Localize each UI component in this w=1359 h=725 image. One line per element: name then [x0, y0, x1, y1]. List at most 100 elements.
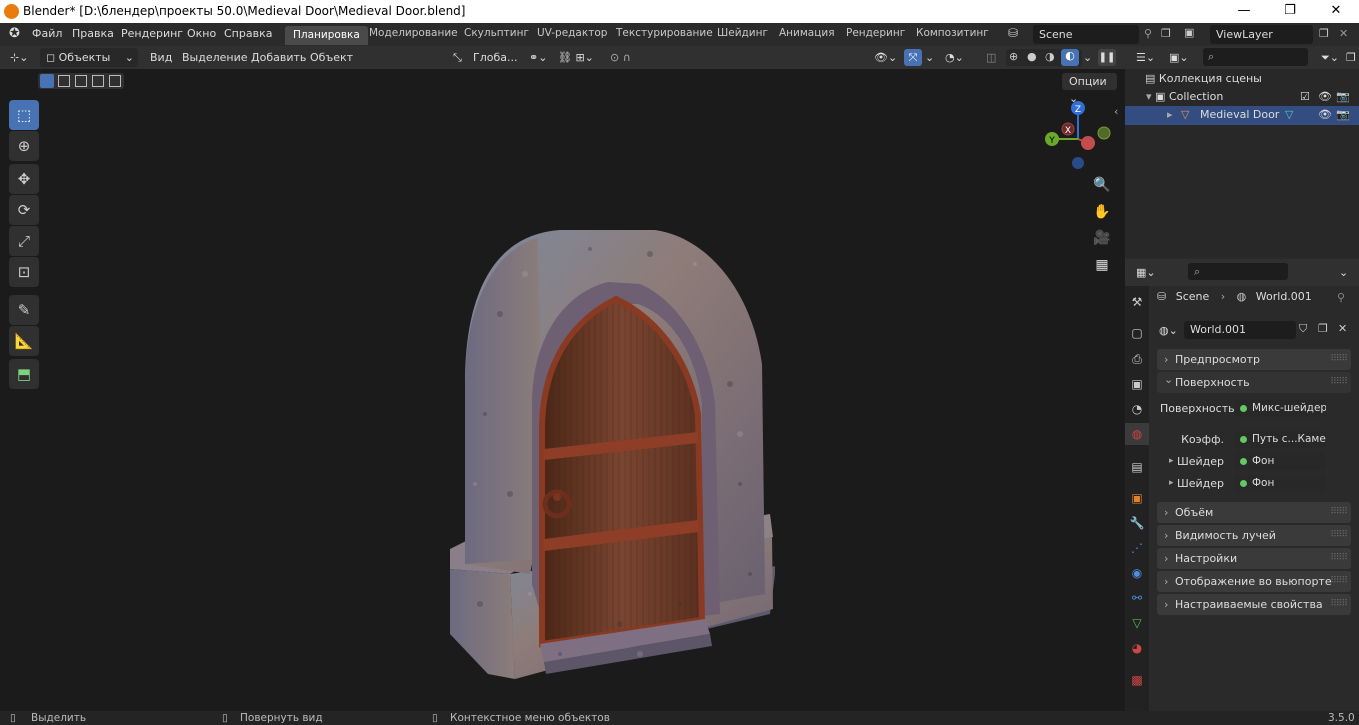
select-intersect-icon[interactable]: [109, 75, 121, 87]
particles-tab-icon[interactable]: ⋰: [1126, 537, 1148, 559]
panel-ray-visibility[interactable]: Видимость лучей⠿⠿⠿: [1157, 525, 1351, 546]
scene-field[interactable]: Scene: [1033, 25, 1139, 44]
output-tab-icon[interactable]: ⎙: [1126, 348, 1148, 370]
proportional-edit-icon[interactable]: ⊙ ∩: [610, 48, 631, 67]
view-layer-field[interactable]: ViewLayer: [1210, 25, 1313, 44]
tab-uv-editing[interactable]: UV-редактор: [537, 27, 607, 39]
properties-options-icon[interactable]: ⌄: [1339, 263, 1348, 282]
select-invert-icon[interactable]: [92, 75, 104, 87]
fake-user-icon[interactable]: ⛉: [1299, 322, 1307, 336]
select-new-icon[interactable]: [40, 74, 54, 88]
shader2-field[interactable]: Фон: [1234, 475, 1326, 492]
annotate-tool-icon[interactable]: ✎: [9, 295, 39, 325]
mesh-data-icon[interactable]: ▽: [1285, 106, 1293, 124]
panel-custom-properties[interactable]: Настраиваемые свойства⠿⠿⠿: [1157, 594, 1351, 615]
view-layer-icon[interactable]: ▣: [1184, 26, 1194, 39]
panel-surface[interactable]: Поверхность⠿⠿⠿: [1157, 369, 1351, 393]
tab-modeling[interactable]: Моделирование: [369, 27, 458, 39]
object-tab-icon[interactable]: ▣: [1126, 487, 1148, 509]
add-cube-tool-icon[interactable]: ⬒: [9, 359, 39, 389]
properties-search-input[interactable]: ⌕: [1188, 263, 1288, 280]
tab-layout[interactable]: Планировка: [285, 26, 368, 45]
pin-icon[interactable]: ⚲: [1144, 27, 1152, 40]
camera-icon[interactable]: 📷: [1336, 88, 1350, 106]
panel-preview[interactable]: Предпросмотр⠿⠿⠿: [1157, 349, 1351, 370]
tab-animation[interactable]: Анимация: [779, 27, 835, 39]
rendered-shading-icon[interactable]: ◐: [1061, 49, 1079, 66]
pan-hand-icon[interactable]: ✋: [1090, 200, 1114, 224]
outliner-row-collection[interactable]: ▾ ▣ Collection ☑ 👁 📷: [1146, 88, 1359, 106]
eye-icon[interactable]: 👁: [1318, 88, 1332, 106]
xray-icon[interactable]: ◫: [986, 48, 996, 67]
wireframe-shading-icon[interactable]: ⊕: [1009, 50, 1018, 63]
overlays-icon[interactable]: ◔⌄: [945, 48, 964, 67]
constraints-tab-icon[interactable]: ⚯: [1126, 587, 1148, 609]
orientation-dropdown[interactable]: Глоба...: [473, 48, 517, 67]
menu-help[interactable]: Справка: [224, 27, 272, 40]
close-button[interactable]: ✕: [1313, 0, 1359, 23]
shading-dropdown-icon[interactable]: ⌄: [1083, 48, 1092, 67]
minimize-button[interactable]: —: [1221, 0, 1267, 23]
panel-settings[interactable]: Настройки⠿⠿⠿: [1157, 548, 1351, 569]
options-dropdown[interactable]: Опции ⌄: [1062, 73, 1117, 105]
measure-tool-icon[interactable]: 📐: [9, 326, 39, 356]
scene-tab-icon[interactable]: ◔: [1126, 398, 1148, 420]
rotate-tool-icon[interactable]: ⟳: [9, 195, 39, 225]
menu-object[interactable]: Объект: [310, 48, 353, 67]
menu-file[interactable]: Файл: [32, 27, 62, 40]
new-scene-icon[interactable]: ❐: [1161, 27, 1171, 40]
data-tab-icon[interactable]: ▽: [1126, 612, 1148, 634]
outliner-row-medieval-door[interactable]: ▸ ▽ Medieval Door ▽ 👁 📷: [1125, 106, 1359, 125]
filter-icon[interactable]: ⏷⌄: [1321, 48, 1339, 67]
tool-tab-icon[interactable]: ⚒: [1126, 291, 1148, 313]
physics-tab-icon[interactable]: ◉: [1126, 562, 1148, 584]
snap-icon[interactable]: ⛓ ⊞⌄: [558, 48, 594, 67]
solid-shading-icon[interactable]: ●: [1027, 50, 1037, 63]
menu-select[interactable]: Выделение: [182, 48, 248, 67]
gizmo-dropdown-icon[interactable]: ⌄: [925, 48, 934, 67]
menu-render[interactable]: Рендеринг: [121, 27, 183, 40]
sidebar-toggle-icon[interactable]: ‹: [1114, 105, 1118, 118]
editor-type-icon[interactable]: ⊹⌄: [10, 48, 28, 67]
move-tool-icon[interactable]: ✥: [9, 164, 39, 194]
texture-tab-icon[interactable]: ▩: [1126, 669, 1148, 691]
tab-texture-paint[interactable]: Текстурирование: [616, 27, 713, 39]
menu-view[interactable]: Вид: [150, 48, 172, 67]
blender-menu-icon[interactable]: ✪: [9, 26, 20, 41]
gizmo-toggle-icon[interactable]: ⤧: [904, 49, 922, 66]
outliner-editor-icon[interactable]: ☰⌄: [1136, 48, 1155, 67]
world-tab-icon[interactable]: ◍: [1125, 423, 1149, 445]
tab-rendering[interactable]: Рендеринг: [846, 27, 905, 39]
pivot-icon[interactable]: ⚭⌄: [529, 48, 547, 67]
tab-compositing[interactable]: Композитинг: [916, 27, 989, 39]
visibility-icon[interactable]: 👁⌄: [874, 48, 897, 67]
panel-volume[interactable]: Объём⠿⠿⠿: [1157, 502, 1351, 523]
modifier-tab-icon[interactable]: 🔧: [1126, 512, 1148, 534]
render-tab-icon[interactable]: ▢: [1126, 322, 1148, 344]
tab-shading[interactable]: Шейдинг: [717, 27, 768, 39]
menu-add[interactable]: Добавить: [251, 48, 306, 67]
transform-tool-icon[interactable]: ⊡: [9, 257, 39, 287]
scene-icon[interactable]: ⛁: [1008, 26, 1018, 40]
medieval-door-model[interactable]: [440, 154, 780, 679]
select-box-tool-icon[interactable]: ⬚: [9, 100, 39, 130]
camera-icon[interactable]: 📷: [1336, 106, 1350, 124]
mode-dropdown[interactable]: ◻ Объекты ⌄: [40, 48, 138, 67]
display-mode-icon[interactable]: ▣⌄: [1169, 48, 1189, 67]
new-collection-icon[interactable]: ❐: [1346, 48, 1356, 67]
select-extend-icon[interactable]: [58, 75, 70, 87]
eye-icon[interactable]: 👁: [1318, 106, 1332, 124]
new-view-layer-icon[interactable]: ❐: [1319, 27, 1329, 40]
panel-viewport-display[interactable]: Отображение во вьюпорте⠿⠿⠿: [1157, 571, 1351, 592]
pin-icon[interactable]: ⚲: [1337, 291, 1345, 304]
material-shading-icon[interactable]: ◑: [1045, 50, 1055, 63]
orientation-icon[interactable]: ⤡: [453, 48, 462, 67]
checkbox-icon[interactable]: ☑: [1300, 88, 1310, 106]
pause-render-icon[interactable]: ❚❚: [1098, 49, 1116, 66]
select-subtract-icon[interactable]: [75, 75, 87, 87]
duplicate-icon[interactable]: ❐: [1318, 322, 1328, 335]
ortho-toggle-icon[interactable]: ▦: [1090, 253, 1114, 277]
world-browse-icon[interactable]: ◍⌄: [1159, 321, 1178, 340]
outliner-row-scene-collection[interactable]: ▤ Коллекция сцены: [1145, 70, 1262, 88]
tab-sculpting[interactable]: Скульптинг: [464, 27, 529, 39]
